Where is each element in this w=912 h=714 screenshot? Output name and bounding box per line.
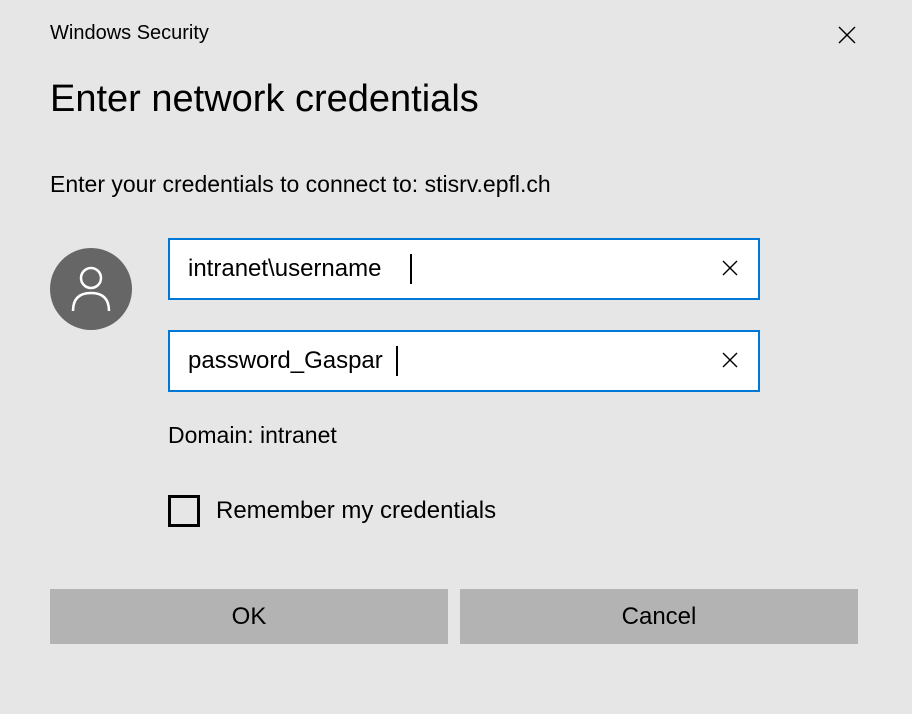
- password-field-wrap: [168, 330, 760, 392]
- dialog-title: Enter network credentials: [50, 78, 890, 121]
- remember-row: Remember my credentials: [168, 495, 890, 527]
- username-field-wrap: [168, 238, 760, 300]
- credentials-form: Domain: intranet Remember my credentials: [50, 238, 890, 527]
- clear-username-icon[interactable]: [722, 256, 738, 282]
- dialog-header: Windows Security: [0, 0, 890, 48]
- user-avatar-icon: [50, 248, 132, 330]
- domain-label: Domain: intranet: [168, 422, 890, 449]
- credentials-dialog: Windows Security Enter network credentia…: [0, 0, 890, 688]
- window-title: Windows Security: [50, 22, 209, 45]
- dialog-subtitle: Enter your credentials to connect to: st…: [50, 171, 890, 198]
- username-input[interactable]: [170, 240, 758, 298]
- remember-checkbox[interactable]: [168, 495, 200, 527]
- cancel-button[interactable]: Cancel: [460, 589, 858, 644]
- dialog-buttons: OK Cancel: [50, 589, 858, 644]
- clear-password-icon[interactable]: [722, 348, 738, 374]
- remember-label: Remember my credentials: [216, 497, 496, 525]
- form-column: Domain: intranet Remember my credentials: [168, 238, 890, 527]
- password-input[interactable]: [170, 332, 758, 390]
- ok-button[interactable]: OK: [50, 589, 448, 644]
- close-icon[interactable]: [832, 22, 862, 48]
